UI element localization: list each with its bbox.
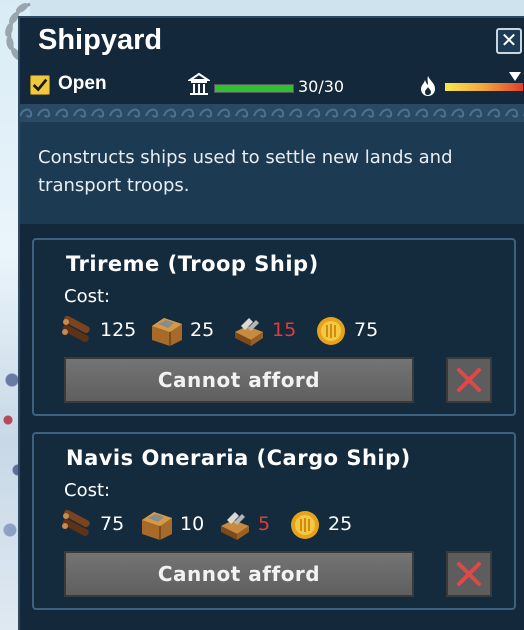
cost-amount: 15 [272,319,297,341]
description-text: Constructs ships used to settle new land… [38,147,453,196]
cost-amount: 75 [354,319,379,341]
health-bar [214,84,294,93]
description-box: Constructs ships used to settle new land… [20,122,524,224]
build-button[interactable]: Cannot afford [64,357,414,403]
cost-amount: 5 [258,513,271,535]
cancel-button[interactable] [446,357,492,403]
stone-icon [142,512,172,540]
fire-icon [421,76,435,96]
close-icon [457,368,481,392]
cost-amount: 10 [180,513,205,535]
wave-divider [20,104,524,122]
close-icon [457,562,481,586]
health-text: 30/30 [298,77,345,96]
shipyard-panel: Shipyard ✕ Open 30/30 Constructs ships u… [18,16,524,630]
cost-row: 75 10 5 25 [60,508,480,542]
ship-title: Trireme (Troop Ship) [66,252,319,276]
cost-amount: 125 [100,319,137,341]
heat-marker-icon [509,72,522,81]
health-bar-fill [215,85,293,92]
cost-amount: 75 [100,513,125,535]
cost-label: Cost: [64,480,111,501]
ship-title: Navis Oneraria (Cargo Ship) [66,446,411,470]
cost-row: 125 25 15 75 [60,314,480,348]
checkmark-icon [32,78,48,92]
cost-amount: 25 [190,319,215,341]
open-label: Open [58,73,107,94]
heat-bar [445,83,523,91]
coin-icon [291,511,319,539]
open-checkbox[interactable] [30,75,50,95]
tools-icon [221,512,249,540]
stone-icon [152,318,182,346]
wood-icon [62,315,90,343]
build-button[interactable]: Cannot afford [64,551,414,597]
close-button[interactable]: ✕ [496,28,522,54]
ship-card-navis-oneraria: Navis Oneraria (Cargo Ship) Cost: 75 10 … [32,432,516,610]
status-row: Open 30/30 [20,70,524,100]
window-title: Shipyard [38,24,163,56]
cancel-button[interactable] [446,551,492,597]
tools-icon [235,318,263,346]
cost-label: Cost: [64,286,111,307]
coin-icon [317,317,345,345]
ship-card-trireme: Trireme (Troop Ship) Cost: 125 25 15 75 … [32,238,516,416]
building-icon [188,72,210,95]
wood-icon [62,509,90,537]
cost-amount: 25 [328,513,353,535]
